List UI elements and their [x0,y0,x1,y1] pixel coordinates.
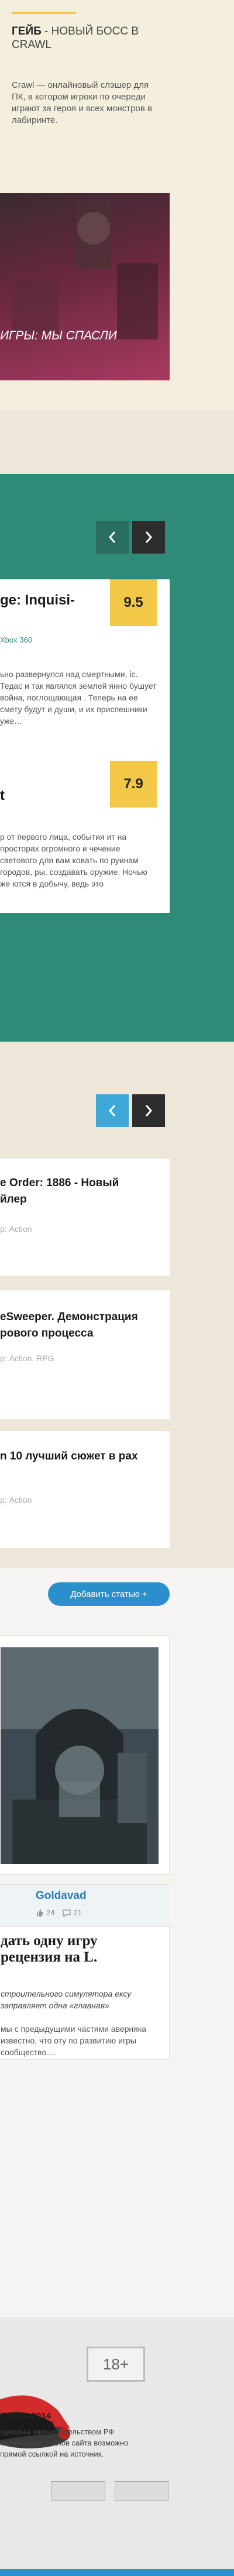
top-section: ГЕЙБ - НОВЫЙ БОСС В CRAWL Crawl — онлайн… [0,0,234,410]
partner-logo[interactable] [51,2481,105,2501]
blog-image-card[interactable] [0,1635,170,1875]
accent-line [12,12,76,14]
blog-section: Добавить статью + Goldavad 24 21 дать од… [0,1568,234,2317]
blog-post-card[interactable]: Goldavad 24 21 дать одну игру рецензия н… [0,1884,170,2060]
reviews-card: ge: Inquisi- 9.5 Xbox 360 ьно развернулс… [0,579,170,913]
post-text: мы с предыдущими частями аверняка извест… [1,2024,146,2057]
review-text: р от первого лица, события ит на простор… [0,832,147,888]
legal-text-2: ование материалов сайта возможно [0,2438,129,2447]
banner-caption: ИГРЫ: МЫ СПАСЛИ [0,329,117,342]
featured-title-bold: ГЕЙБ [12,25,42,37]
article-title: e Order: 1886 - Новый йлер [0,1177,119,1205]
article-title: eSweeper. Демонстрация рового процесса [0,1311,138,1339]
likes-count[interactable]: 24 [36,1908,54,1917]
article-card[interactable]: e Order: 1886 - Новый йлер р: Action [0,1159,170,1276]
comment-icon [63,1909,71,1917]
featured-description: Crawl — онлайновый слэшер для ПК, в кото… [12,80,152,125]
review-title: t [0,788,5,803]
comments-count[interactable]: 21 [63,1908,82,1917]
reviews-arrows [96,521,165,554]
partner-logo[interactable] [115,2481,168,2501]
author-name[interactable]: Goldavad [36,1890,87,1902]
article-genre: р: Action [0,1495,32,1505]
post-title: дать одну игру рецензия на L. [1,1933,98,1965]
banner-illustration [12,199,158,339]
thumbs-up-icon [37,1909,43,1916]
articles-next-button[interactable] [132,1094,165,1127]
articles-section: e Order: 1886 - Новый йлер р: Action eSw… [0,1042,234,1568]
article-genre: р: Action, RPG [0,1354,54,1363]
game-screenshot-image [1,1647,159,1864]
author-bar: Goldavad 24 21 [0,1885,170,1927]
chevron-left-icon [108,531,116,543]
review-item[interactable]: 7.9 t р от первого лица, события ит на п… [0,761,170,913]
article-card[interactable]: eSweeper. Демонстрация рового процесса р… [0,1290,170,1419]
articles-arrows [96,1094,165,1127]
comments-value: 21 [73,1908,82,1917]
chevron-right-icon [145,531,153,543]
articles-prev-button[interactable] [96,1094,129,1127]
legal-text-3: прямой ссылкой на источник. [0,2450,104,2458]
score-badge: 9.5 [110,579,157,626]
article-title: n 10 лучший сюжет в рах [0,1450,138,1462]
featured-banner[interactable]: ИГРЫ: МЫ СПАСЛИ [0,193,170,380]
likes-value: 24 [46,1908,55,1917]
age-rating-badge: 18+ [87,2347,145,2382]
add-article-button[interactable]: Добавить статью + [48,1582,170,1606]
review-title: ge: Inquisi- [0,592,75,608]
article-card[interactable]: n 10 лучший сюжет в рах р: Action [0,1431,170,1548]
footer: 18+ © 2001-2014 щищены законодательством… [0,2317,234,2569]
review-text: ьно развернулся над смертными, іс. Тедас… [0,669,157,726]
review-item[interactable]: ge: Inquisi- 9.5 Xbox 360 ьно развернулс… [0,579,170,761]
chevron-right-icon [145,1105,153,1117]
reviews-prev-button[interactable] [96,521,129,554]
review-platform[interactable]: Xbox 360 [0,636,32,644]
featured-title[interactable]: ГЕЙБ - НОВЫЙ БОСС В CRAWL [12,25,158,51]
post-intro: строительного симулятора ексу заправляет… [1,1989,132,2010]
post-stats: 24 21 [36,1908,82,1917]
score-badge: 7.9 [110,761,157,808]
article-genre: р: Action [0,1224,32,1234]
legal-text-1: щищены законодательством РФ [0,2427,115,2436]
copyright: © 2001-2014 [0,2411,51,2421]
footer-bottom-bar [0,2569,234,2576]
chevron-left-icon [108,1105,116,1117]
reviews-section: ge: Inquisi- 9.5 Xbox 360 ьно развернулс… [0,474,234,1042]
reviews-next-button[interactable] [132,521,165,554]
